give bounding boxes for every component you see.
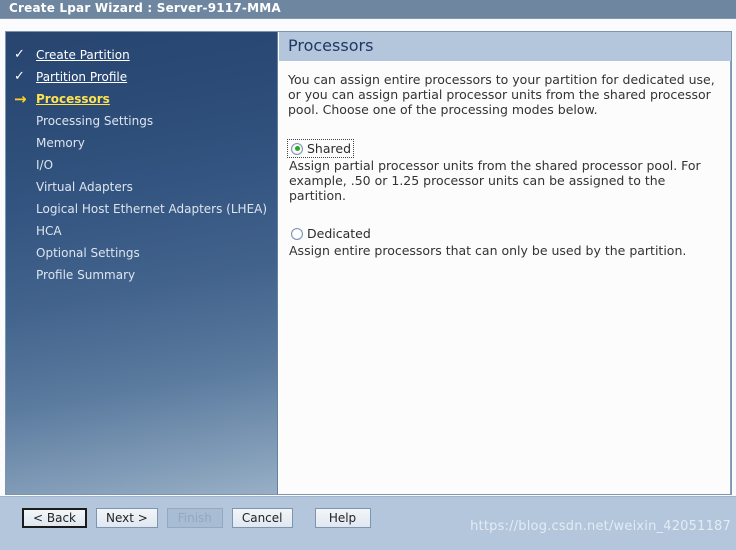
sidebar-item-create-partition[interactable]: ✓ Create Partition [6,44,277,66]
sidebar-item-i-o: I/O [6,154,277,176]
wizard-footer: < Back Next > Finish Cancel Help https://blo… [0,496,736,550]
sidebar-item-label: Memory [36,136,85,150]
sidebar-item-label: Profile Summary [36,268,136,282]
wizard-window: Create Lpar Wizard : Server-9117-MMA ✓ Cr… [0,0,736,550]
sidebar-item-hca: HCA [6,220,277,242]
sidebar-item-profile-summary: Profile Summary [6,264,277,286]
page-title: Processors [288,36,374,55]
wizard-content-pane: Processors You can assign entire process… [279,32,731,494]
option-description: Assign partial processor units from the … [289,158,701,203]
sidebar-item-processing-settings: Processing Settings [6,110,277,132]
sidebar-item-label: Create Partition [36,48,130,62]
radio-button-dedicated[interactable] [291,227,303,240]
wizard-frame: ✓ Create Partition ✓ Partition Profile → Proc… [5,31,732,495]
radio-option-dedicated[interactable]: Dedicated [288,225,373,242]
sidebar-item-label: Processing Settings [36,114,154,128]
window-title: Create Lpar Wizard : Server-9117-MMA [9,1,281,15]
cancel-button[interactable]: Cancel [231,508,293,528]
sidebar-item-logical-host-ethernet-adapters-lhea: Logical Host Ethernet Adapters (LHEA) [6,198,277,220]
sidebar-item-processors[interactable]: → Processors [6,88,277,110]
arrow-right-icon: → [14,90,27,108]
next-button[interactable]: Next > [96,508,158,528]
wizard-step-sidebar: ✓ Create Partition ✓ Partition Profile → Proc… [6,32,278,494]
sidebar-item-label: Processors [36,92,110,106]
check-icon: ✓ [14,47,25,62]
sidebar-item-label: Logical Host Ethernet Adapters (LHEA) [36,202,268,216]
option-block-dedicated: Dedicated Assign entire processors that c… [288,225,722,258]
option-description: Assign entire processors that can only b… [289,243,687,258]
check-icon: ✓ [14,69,25,84]
sidebar-item-label: HCA [36,224,62,238]
radio-label: Dedicated [307,225,371,241]
window-titlebar: Create Lpar Wizard : Server-9117-MMA [0,0,736,19]
finish-button: Finish [166,508,223,528]
sidebar-item-label: I/O [36,158,54,172]
radio-button-shared-selected[interactable] [291,142,303,155]
sidebar-item-memory: Memory [6,132,277,154]
watermark-text: https://blog.csdn.net/weixin_42051187 [470,519,731,534]
option-block-shared: Shared Assign partial processor units fro… [286,139,722,203]
processing-mode-options: Shared Assign partial processor units fro… [286,139,722,258]
radio-option-shared[interactable]: Shared [286,139,355,158]
sidebar-item-virtual-adapters: Virtual Adapters [6,176,277,198]
intro-text: You can assign entire processors to your… [288,72,715,117]
radio-label: Shared [307,140,352,156]
sidebar-item-partition-profile[interactable]: ✓ Partition Profile [6,66,277,88]
sidebar-item-label: Optional Settings [36,246,140,260]
back-button[interactable]: < Back [22,508,88,528]
help-button[interactable]: Help [314,508,371,528]
sidebar-item-label: Virtual Adapters [36,180,133,194]
sidebar-item-label: Partition Profile [36,70,128,84]
footer-button-row: < Back Next > Finish Cancel Help [22,508,380,528]
content-body: You can assign entire processors to your… [279,61,731,494]
content-header-band: Processors [279,32,731,61]
sidebar-item-optional-settings: Optional Settings [6,242,277,264]
